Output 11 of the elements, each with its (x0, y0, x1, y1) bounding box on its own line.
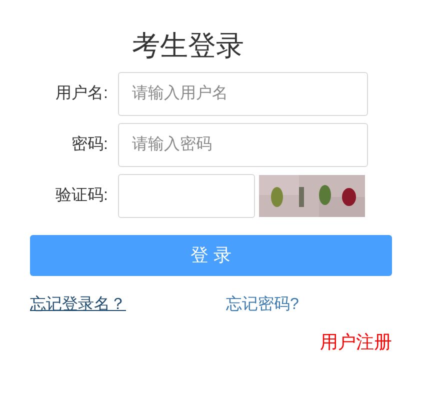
login-button[interactable]: 登 录 (30, 235, 392, 276)
input-field[interactable]: 请输入用户名 (118, 72, 368, 116)
field-label: 密码: (72, 134, 108, 155)
input-field[interactable] (118, 174, 255, 218)
text-link[interactable]: 忘记密码? (226, 293, 299, 317)
input-field[interactable]: 请输入密码 (118, 123, 368, 167)
page-title: 考生登录 (132, 29, 244, 63)
register-link[interactable]: 用户注册 (320, 329, 392, 356)
field-label: 用户名: (56, 84, 108, 104)
text-link[interactable]: 忘记登录名？ (30, 293, 226, 317)
field-label: 验证码: (56, 186, 108, 206)
